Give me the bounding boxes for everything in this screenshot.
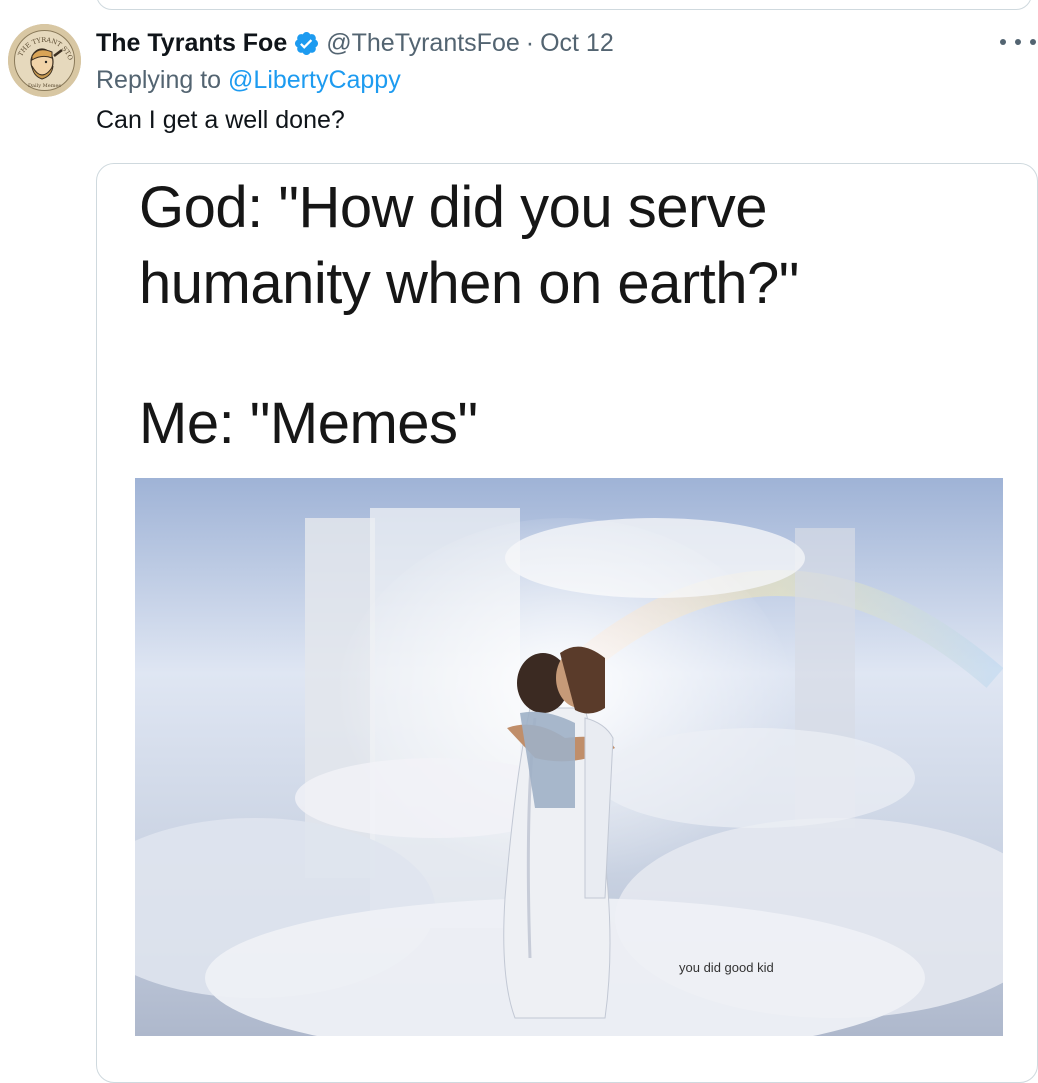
verified-badge-icon (293, 30, 320, 57)
avatar[interactable]: THE TYRANT STOP Daily Memes (8, 24, 81, 97)
meme-text-line-2: humanity when on earth?" (139, 251, 799, 316)
tweet-date[interactable]: Oct 12 (540, 29, 614, 58)
reply-tweet: THE TYRANT STOP Daily Memes The Tyrants … (0, 0, 1038, 1083)
replying-mention-link[interactable]: @LibertyCappy (228, 66, 401, 94)
replying-to: Replying to @LibertyCappy (96, 66, 401, 95)
tweet-image[interactable]: God: "How did you serve humanity when on… (96, 163, 1038, 1083)
handle[interactable]: @TheTyrantsFoe (326, 29, 520, 58)
tweet-text: Can I get a well done? (96, 106, 345, 134)
meme-caption: you did good kid (679, 960, 774, 975)
heaven-embrace-picture: you did good kid (135, 478, 1003, 1036)
avatar-bottom-text: Daily Memes (28, 83, 61, 89)
replying-prefix: Replying to (96, 66, 229, 94)
meme-text-line-3: Me: "Memes" (139, 391, 478, 456)
display-name[interactable]: The Tyrants Foe (96, 29, 287, 58)
separator-dot: · (525, 28, 535, 57)
meme-text-line-1: God: "How did you serve (139, 175, 768, 240)
tweet-header: The Tyrants Foe @TheTyrantsFoe · Oct 12 (96, 26, 614, 60)
more-options-icon[interactable] (1000, 30, 1036, 54)
